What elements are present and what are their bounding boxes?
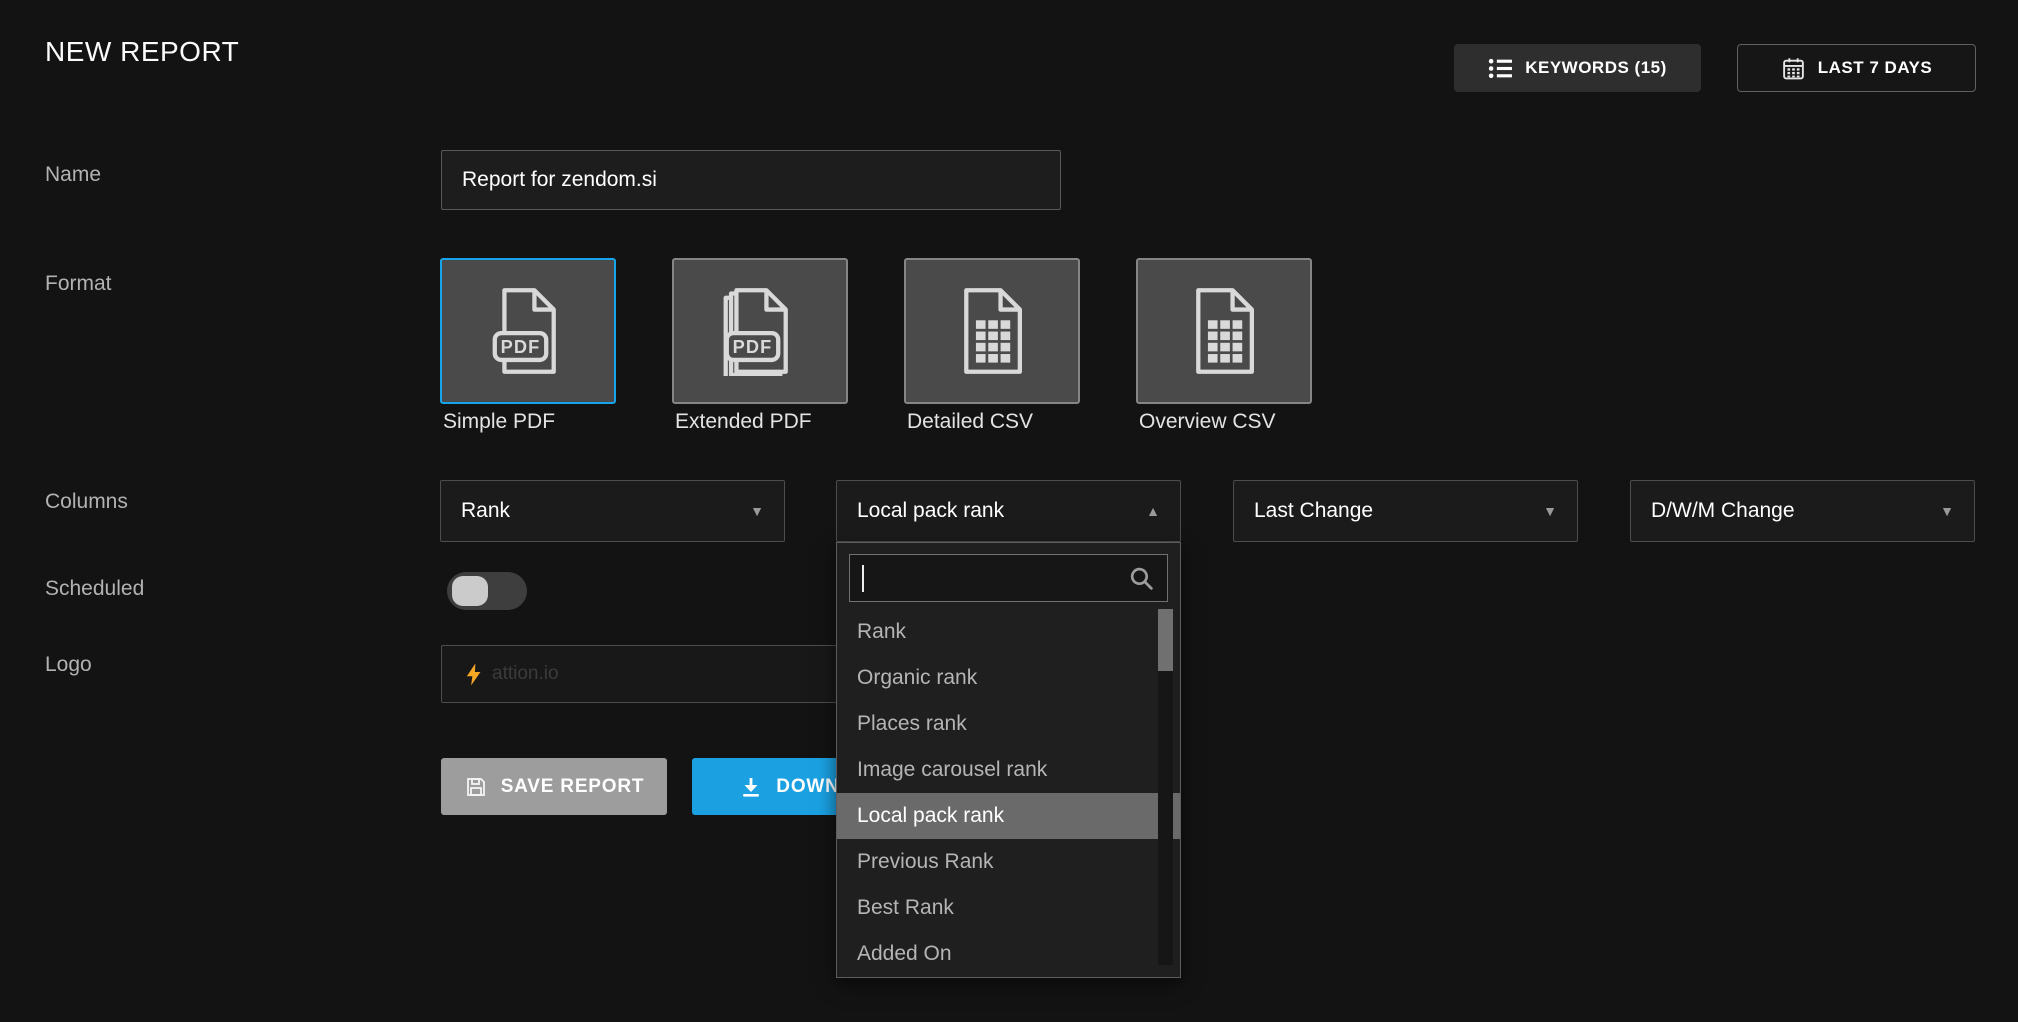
format-option-extended-pdf[interactable]: PDF	[672, 258, 848, 404]
format-option-label: Simple PDF	[443, 410, 555, 434]
logo-label: Logo	[45, 653, 92, 677]
column-select-2[interactable]: Local pack rank ▲	[836, 480, 1181, 542]
dropdown-scrollbar-track[interactable]	[1158, 609, 1173, 965]
lightning-bolt-icon	[466, 663, 483, 686]
save-floppy-icon	[464, 775, 488, 799]
format-option-label: Overview CSV	[1139, 410, 1276, 434]
chevron-down-icon: ▼	[1940, 503, 1954, 519]
format-label: Format	[45, 272, 112, 296]
column-select-4-value: D/W/M Change	[1651, 499, 1795, 523]
list-icon	[1488, 58, 1513, 79]
dropdown-option[interactable]: Organic rank	[837, 655, 1180, 701]
name-label: Name	[45, 163, 101, 187]
format-option-label: Extended PDF	[675, 410, 812, 434]
format-option-overview-csv[interactable]	[1136, 258, 1312, 404]
column-select-4[interactable]: D/W/M Change ▼	[1630, 480, 1975, 542]
magnifier-icon	[1128, 565, 1155, 592]
dropdown-search-field[interactable]	[849, 554, 1168, 602]
column-select-3[interactable]: Last Change ▼	[1233, 480, 1578, 542]
toggle-knob	[452, 576, 488, 606]
column-select-1[interactable]: Rank ▼	[440, 480, 785, 542]
columns-label: Columns	[45, 490, 128, 514]
column-select-3-value: Last Change	[1254, 499, 1373, 523]
dropdown-option[interactable]: Added On	[837, 931, 1180, 973]
date-range-button-label: LAST 7 DAYS	[1818, 58, 1932, 78]
dropdown-option-list: Rank Organic rank Places rank Image caro…	[837, 609, 1180, 973]
column-select-2-dropdown: Rank Organic rank Places rank Image caro…	[836, 542, 1181, 978]
save-report-button[interactable]: SAVE REPORT	[441, 758, 667, 815]
save-report-button-label: SAVE REPORT	[501, 776, 645, 798]
dropdown-search-input[interactable]	[866, 566, 1128, 591]
chevron-down-icon: ▼	[750, 503, 764, 519]
dropdown-option[interactable]: Image carousel rank	[837, 747, 1180, 793]
page-title: NEW REPORT	[45, 36, 239, 68]
keywords-button[interactable]: KEYWORDS (15)	[1454, 44, 1701, 92]
column-select-2-value: Local pack rank	[857, 499, 1004, 523]
logo-input[interactable]: attion.io	[441, 645, 893, 703]
scheduled-label: Scheduled	[45, 577, 144, 601]
pdf-single-icon: PDF	[489, 286, 567, 376]
dropdown-option[interactable]: Previous Rank	[837, 839, 1180, 885]
date-range-button[interactable]: LAST 7 DAYS	[1737, 44, 1976, 92]
new-report-screen: NEW REPORT KEYWORDS (15) LAST 7 DAYS Nam…	[0, 0, 2018, 1022]
dropdown-option[interactable]: Places rank	[837, 701, 1180, 747]
format-option-label: Detailed CSV	[907, 410, 1033, 434]
csv-table-icon	[953, 286, 1031, 376]
csv-table-icon	[1185, 286, 1263, 376]
keywords-button-label: KEYWORDS (15)	[1525, 58, 1667, 78]
format-option-simple-pdf[interactable]: PDF	[440, 258, 616, 404]
column-select-1-value: Rank	[461, 499, 510, 523]
dropdown-option-highlighted[interactable]: Local pack rank	[837, 793, 1180, 839]
format-option-detailed-csv[interactable]	[904, 258, 1080, 404]
calendar-icon	[1781, 56, 1806, 81]
logo-watermark-text: attion.io	[492, 663, 559, 685]
text-cursor	[862, 565, 864, 592]
scheduled-toggle[interactable]	[447, 572, 527, 610]
svg-text:PDF: PDF	[733, 337, 773, 357]
download-icon	[739, 775, 763, 799]
chevron-down-icon: ▼	[1543, 503, 1557, 519]
chevron-up-icon: ▲	[1146, 503, 1160, 519]
report-name-input[interactable]	[441, 150, 1061, 210]
dropdown-scrollbar-thumb[interactable]	[1158, 609, 1173, 671]
svg-text:PDF: PDF	[501, 337, 541, 357]
dropdown-option[interactable]: Rank	[837, 609, 1180, 655]
pdf-stack-icon: PDF	[721, 286, 799, 376]
dropdown-option[interactable]: Best Rank	[837, 885, 1180, 931]
